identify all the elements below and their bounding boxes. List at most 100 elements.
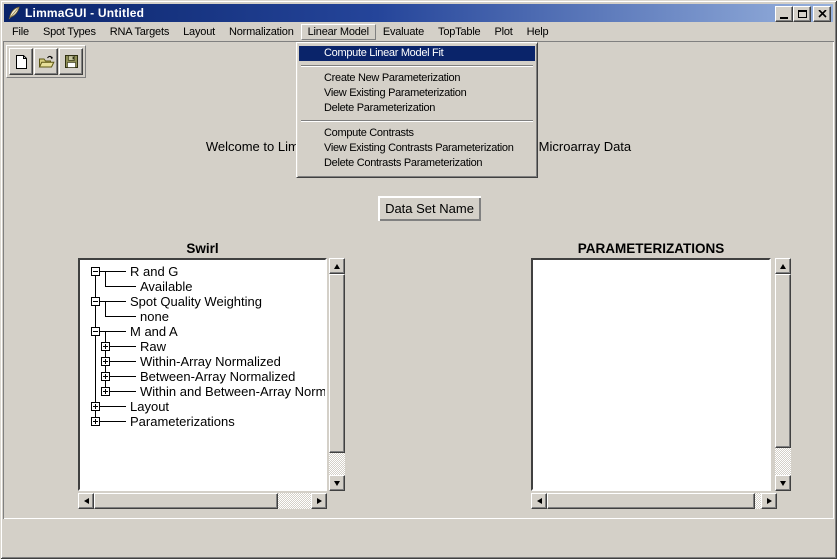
close-icon [818,10,827,18]
tree-connector-line [100,421,126,422]
tree-item-label: Within and Between-Array Norm [140,384,326,399]
scrollbar-thumb[interactable] [329,274,345,453]
arrow-right-icon [317,498,322,504]
tree-item-label: Raw [140,339,166,354]
limmagui-window: LimmaGUI - Untitled FileSpot TypesRNA Ta… [0,0,837,559]
menu-toptable[interactable]: TopTable [431,24,487,40]
scrollbar-thumb[interactable] [775,274,791,448]
menu-linear-model[interactable]: Linear Model [301,24,376,40]
scrollbar-thumb[interactable] [547,493,755,509]
expand-toggle-icon[interactable] [101,372,110,381]
linear-model-dropdown: Compute Linear Model Fit Create New Param… [296,42,538,178]
right-horizontal-scrollbar[interactable] [531,493,777,509]
tree-connector-line [100,406,126,407]
minimize-icon [780,17,788,19]
menu-item-view-existing-parameterization[interactable]: View Existing Parameterization [299,86,535,101]
dataset-tree-listbox[interactable]: R and GAvailableSpot Quality Weightingno… [78,258,327,491]
expand-toggle-icon[interactable] [101,387,110,396]
collapse-toggle-icon[interactable] [91,297,100,306]
left-panel-title: Swirl [78,241,327,256]
tree-item-raw[interactable]: Raw [82,339,323,354]
arrow-right-icon [767,498,772,504]
close-button[interactable] [813,6,831,22]
tree-item-r-and-g[interactable]: R and G [82,264,323,279]
tree-connector-line [105,316,136,317]
toolbar [6,45,86,78]
scroll-right-button[interactable] [311,493,327,509]
save-floppy-icon [64,54,79,69]
tree-connector-line [110,376,136,377]
new-file-button[interactable] [9,48,33,75]
menu-item-view-existing-contrasts-parameterization[interactable]: View Existing Contrasts Parameterization [299,141,535,156]
left-vertical-scrollbar[interactable] [329,258,345,491]
tree-item-none[interactable]: none [82,309,323,324]
minimize-button[interactable] [775,6,793,22]
tree-item-parameterizations[interactable]: Parameterizations [82,414,323,429]
scroll-up-button[interactable] [775,258,791,274]
arrow-left-icon [537,498,542,504]
collapse-toggle-icon[interactable] [91,327,100,336]
menu-item-compute-contrasts[interactable]: Compute Contrasts [299,126,535,141]
tree-item-label: Within-Array Normalized [140,354,281,369]
tree-connector-line [110,346,136,347]
tree-item-label: Spot Quality Weighting [130,294,262,309]
scroll-up-button[interactable] [329,258,345,274]
tree-item-between-array-normalized[interactable]: Between-Array Normalized [82,369,323,384]
tree-connector-line [110,361,136,362]
title-bar[interactable]: LimmaGUI - Untitled [4,4,833,22]
scroll-left-button[interactable] [78,493,94,509]
menu-evaluate[interactable]: Evaluate [376,24,431,40]
menu-separator [299,116,535,126]
menu-rna-targets[interactable]: RNA Targets [103,24,176,40]
menu-item-create-new-parameterization[interactable]: Create New Parameterization [299,71,535,86]
left-horizontal-scrollbar[interactable] [78,493,327,509]
scroll-down-button[interactable] [775,475,791,491]
window-controls [775,6,831,22]
arrow-up-icon [780,264,786,269]
tree-item-label: none [140,309,169,324]
collapse-toggle-icon[interactable] [91,267,100,276]
tree-item-within-and-between-array-norm[interactable]: Within and Between-Array Norm [82,384,323,399]
scroll-right-button[interactable] [761,493,777,509]
scrollbar-thumb[interactable] [94,493,278,509]
tree-item-m-and-a[interactable]: M and A [82,324,323,339]
tree-item-layout[interactable]: Layout [82,399,323,414]
tree-connector-line [100,271,126,272]
expand-toggle-icon[interactable] [101,342,110,351]
new-document-icon [14,54,29,70]
scroll-left-button[interactable] [531,493,547,509]
tree-item-label: Parameterizations [130,414,235,429]
dataset-tree: R and GAvailableSpot Quality Weightingno… [82,260,323,489]
right-vertical-scrollbar[interactable] [775,258,791,491]
tree-item-label: Between-Array Normalized [140,369,295,384]
save-file-button[interactable] [59,48,83,75]
right-panel-title: PARAMETERIZATIONS [531,241,771,256]
menu-item-delete-parameterization[interactable]: Delete Parameterization [299,101,535,116]
maximize-button[interactable] [793,6,811,22]
menu-help[interactable]: Help [520,24,556,40]
data-set-name-button[interactable]: Data Set Name [378,196,481,221]
tree-item-within-array-normalized[interactable]: Within-Array Normalized [82,354,323,369]
tree-item-label: R and G [130,264,178,279]
tree-item-available[interactable]: Available [82,279,323,294]
scroll-down-button[interactable] [329,475,345,491]
open-folder-icon [38,54,55,70]
open-file-button[interactable] [34,48,58,75]
arrow-down-icon [780,481,786,486]
tree-connector-line [105,286,136,287]
expand-toggle-icon[interactable] [91,417,100,426]
tree-connector-line [100,331,126,332]
menu-file[interactable]: File [5,24,36,40]
expand-toggle-icon[interactable] [91,402,100,411]
menu-normalization[interactable]: Normalization [222,24,301,40]
menu-layout[interactable]: Layout [176,24,222,40]
menu-item-compute-linear-model-fit[interactable]: Compute Linear Model Fit [299,46,535,61]
tree-item-spot-quality-weighting[interactable]: Spot Quality Weighting [82,294,323,309]
tree-item-label: Layout [130,399,169,414]
tree-item-label: M and A [130,324,178,339]
menu-item-delete-contrasts-parameterization[interactable]: Delete Contrasts Parameterization [299,156,535,171]
parameterizations-listbox[interactable] [531,258,771,491]
menu-spot-types[interactable]: Spot Types [36,24,103,40]
expand-toggle-icon[interactable] [101,357,110,366]
menu-plot[interactable]: Plot [487,24,519,40]
